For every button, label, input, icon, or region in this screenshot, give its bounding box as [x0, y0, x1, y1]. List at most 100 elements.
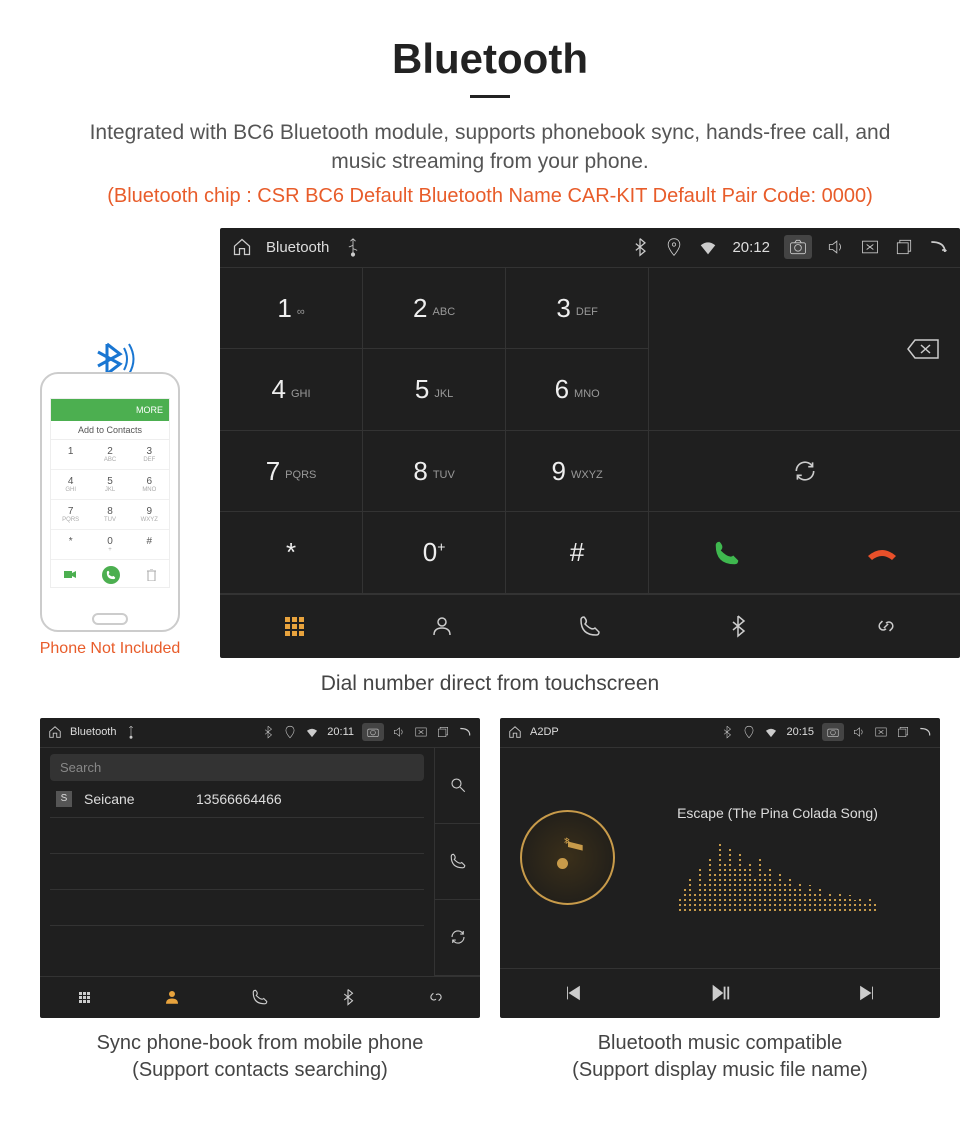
- call-button[interactable]: [649, 538, 804, 568]
- music-controls: [500, 968, 940, 1018]
- key-8[interactable]: 8TUV: [363, 431, 506, 513]
- phone-key-8: 8TUV: [90, 500, 129, 530]
- video-icon: [64, 570, 76, 579]
- backspace-icon[interactable]: [906, 337, 940, 361]
- keypad-icon: [79, 992, 90, 1003]
- number-display: [649, 268, 960, 431]
- key-7[interactable]: 7PQRS: [220, 431, 363, 513]
- key-4[interactable]: 4GHI: [220, 349, 363, 431]
- key-9[interactable]: 9WXYZ: [506, 431, 649, 513]
- person-icon: [430, 614, 454, 638]
- home-icon[interactable]: [508, 725, 522, 739]
- key-6[interactable]: 6MNO: [506, 349, 649, 431]
- recent-apps-icon[interactable]: [894, 237, 914, 257]
- empty-row: [50, 890, 424, 926]
- prev-button[interactable]: [500, 969, 647, 1018]
- phone-key-3: 3DEF: [130, 440, 169, 470]
- phone-more-label: MORE: [136, 405, 163, 415]
- key-3[interactable]: 3DEF: [506, 268, 649, 350]
- bluetooth-icon: [726, 614, 750, 638]
- music-caption-2: (Support display music file name): [500, 1059, 940, 1082]
- volume-icon[interactable]: [392, 725, 406, 739]
- phone-key-6: 6MNO: [130, 470, 169, 500]
- link-icon: [874, 614, 898, 638]
- phone-keypad: 12ABC3DEF4GHI5JKL6MNO7PQRS8TUV9WXYZ*0+#: [51, 440, 169, 560]
- phone-mockup: MORE Add to Contacts 12ABC3DEF4GHI5JKL6M…: [40, 372, 180, 632]
- back-icon[interactable]: [458, 725, 472, 739]
- next-button[interactable]: [793, 969, 940, 1018]
- bottom-nav: [40, 976, 480, 1018]
- phone-key-5: 5JKL: [90, 470, 129, 500]
- phone-key-1: 1: [51, 440, 90, 470]
- delete-icon: [147, 569, 156, 581]
- key-#[interactable]: #: [506, 512, 649, 594]
- close-screen-icon[interactable]: [860, 237, 880, 257]
- page-title: Bluetooth: [20, 35, 960, 83]
- contact-badge: S: [56, 791, 72, 807]
- app-title: Bluetooth: [70, 726, 116, 738]
- play-pause-button[interactable]: [647, 969, 794, 1018]
- keypad-icon: [285, 617, 304, 636]
- nav-pair[interactable]: [812, 595, 960, 658]
- link-icon: [427, 988, 445, 1006]
- contact-row[interactable]: S Seicane 13566664466: [50, 781, 424, 818]
- back-icon[interactable]: [918, 725, 932, 739]
- phone-icon: [578, 614, 602, 638]
- key-1[interactable]: 1∞: [220, 268, 363, 350]
- clock: 20:15: [786, 726, 814, 738]
- location-icon: [742, 725, 756, 739]
- location-icon: [664, 237, 684, 257]
- search-input[interactable]: Search: [50, 754, 424, 781]
- call-button[interactable]: [435, 824, 480, 900]
- camera-icon[interactable]: [366, 725, 380, 739]
- wifi-icon: [698, 237, 718, 257]
- nav-keypad[interactable]: [220, 595, 368, 658]
- bluetooth-icon: [630, 237, 650, 257]
- nav-pair[interactable]: [392, 977, 480, 1018]
- close-screen-icon[interactable]: [414, 725, 428, 739]
- nav-recent[interactable]: [516, 595, 664, 658]
- phone-key-0: 0+: [90, 530, 129, 560]
- sync-cell[interactable]: [649, 431, 960, 513]
- nav-bluetooth[interactable]: [664, 595, 812, 658]
- wifi-icon: [764, 725, 778, 739]
- phone-icon: [251, 988, 269, 1006]
- contacts-caption-1: Sync phone-book from mobile phone: [40, 1032, 480, 1055]
- nav-recent[interactable]: [216, 977, 304, 1018]
- bluetooth-icon: [339, 988, 357, 1006]
- equalizer-visual: [635, 831, 920, 911]
- key-2[interactable]: 2ABC: [363, 268, 506, 350]
- nav-bluetooth[interactable]: [304, 977, 392, 1018]
- home-icon[interactable]: [232, 237, 252, 257]
- volume-icon[interactable]: [826, 237, 846, 257]
- wifi-icon: [305, 725, 319, 739]
- recent-apps-icon[interactable]: [896, 725, 910, 739]
- nav-contacts[interactable]: [128, 977, 216, 1018]
- usb-icon: [124, 725, 138, 739]
- nav-contacts[interactable]: [368, 595, 516, 658]
- contacts-caption-2: (Support contacts searching): [40, 1059, 480, 1082]
- clock: 20:11: [327, 726, 354, 738]
- phone-key-9: 9WXYZ: [130, 500, 169, 530]
- key-*[interactable]: *: [220, 512, 363, 594]
- status-bar: Bluetooth 20:11: [40, 718, 480, 748]
- home-icon[interactable]: [48, 725, 62, 739]
- camera-icon[interactable]: [826, 725, 840, 739]
- empty-row: [50, 818, 424, 854]
- description-text: Integrated with BC6 Bluetooth module, su…: [20, 118, 960, 177]
- search-button[interactable]: [435, 748, 480, 824]
- key-0[interactable]: 0+: [363, 512, 506, 594]
- recent-apps-icon[interactable]: [436, 725, 450, 739]
- close-screen-icon[interactable]: [874, 725, 888, 739]
- key-5[interactable]: 5JKL: [363, 349, 506, 431]
- nav-keypad[interactable]: [40, 977, 128, 1018]
- sync-button[interactable]: [435, 900, 480, 976]
- app-title: Bluetooth: [266, 239, 329, 256]
- hangup-button[interactable]: [805, 542, 960, 564]
- camera-icon[interactable]: [788, 237, 808, 257]
- volume-icon[interactable]: [852, 725, 866, 739]
- sync-icon: [792, 458, 818, 484]
- side-actions: [434, 748, 480, 976]
- back-icon[interactable]: [928, 237, 948, 257]
- music-note-icon: [546, 836, 590, 880]
